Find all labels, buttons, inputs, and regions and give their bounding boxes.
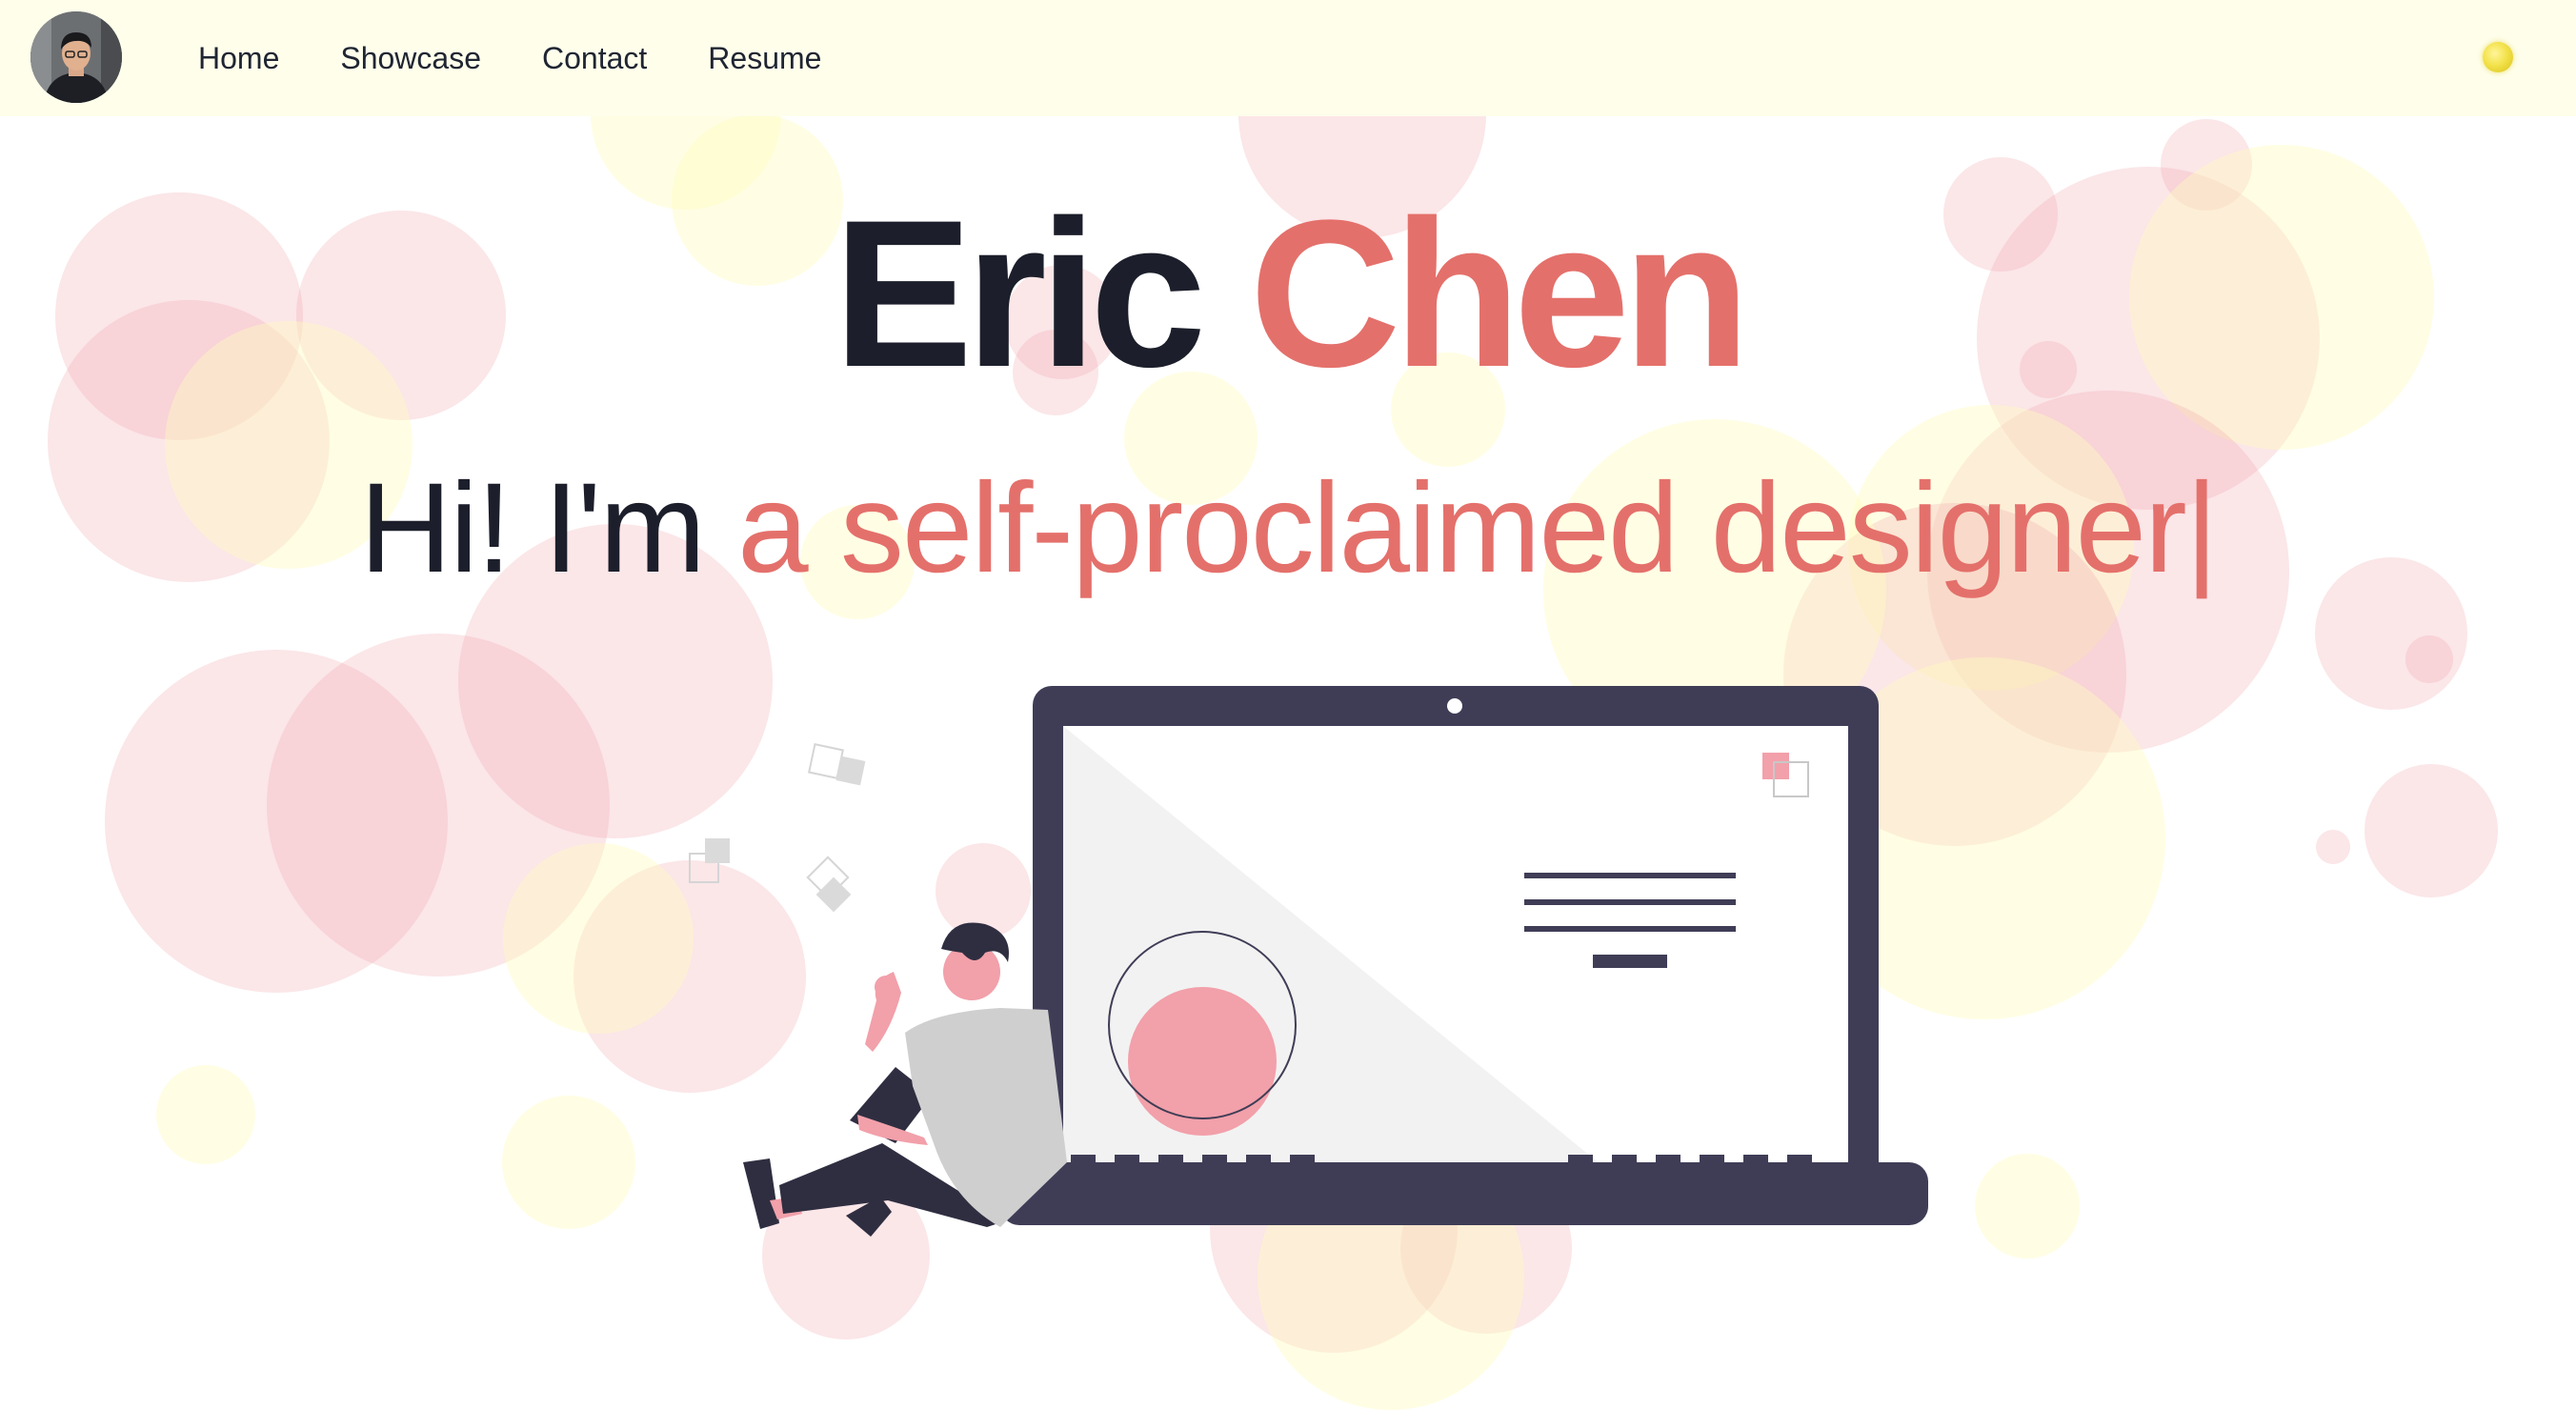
last-name: Chen [1249, 176, 1750, 411]
typed-tagline: Hi! I'm a self-proclaimed designer| [0, 465, 2576, 593]
nav-link-contact[interactable]: Contact [542, 41, 647, 76]
floating-squares-decoration [689, 743, 850, 899]
laptop-base [1000, 1162, 1928, 1225]
hero-name: Eric Chen [0, 189, 2576, 398]
background-bubble [156, 1065, 255, 1164]
tagline-lead: Hi! I'm [359, 457, 738, 599]
avatar-photo [30, 11, 122, 103]
theme-toggle-sun-icon[interactable] [2483, 42, 2513, 72]
nav-link-showcase[interactable]: Showcase [340, 41, 481, 76]
person-with-laptop-illustration [610, 667, 1943, 1258]
background-bubble [2316, 830, 2350, 864]
nav-links: Home Showcase Contact Resume [198, 0, 882, 116]
background-bubble [2405, 635, 2453, 683]
typing-cursor: | [2184, 457, 2219, 599]
nav-link-resume[interactable]: Resume [708, 41, 821, 76]
tagline-role: a self-proclaimed designer [737, 457, 2187, 599]
background-bubble [1975, 1154, 2080, 1259]
top-navbar: Home Showcase Contact Resume [0, 0, 2576, 116]
first-name: Eric [833, 176, 1207, 411]
nav-link-home[interactable]: Home [198, 41, 279, 76]
background-bubble [2365, 764, 2498, 897]
avatar[interactable] [30, 11, 122, 103]
person-figure [743, 922, 1067, 1237]
